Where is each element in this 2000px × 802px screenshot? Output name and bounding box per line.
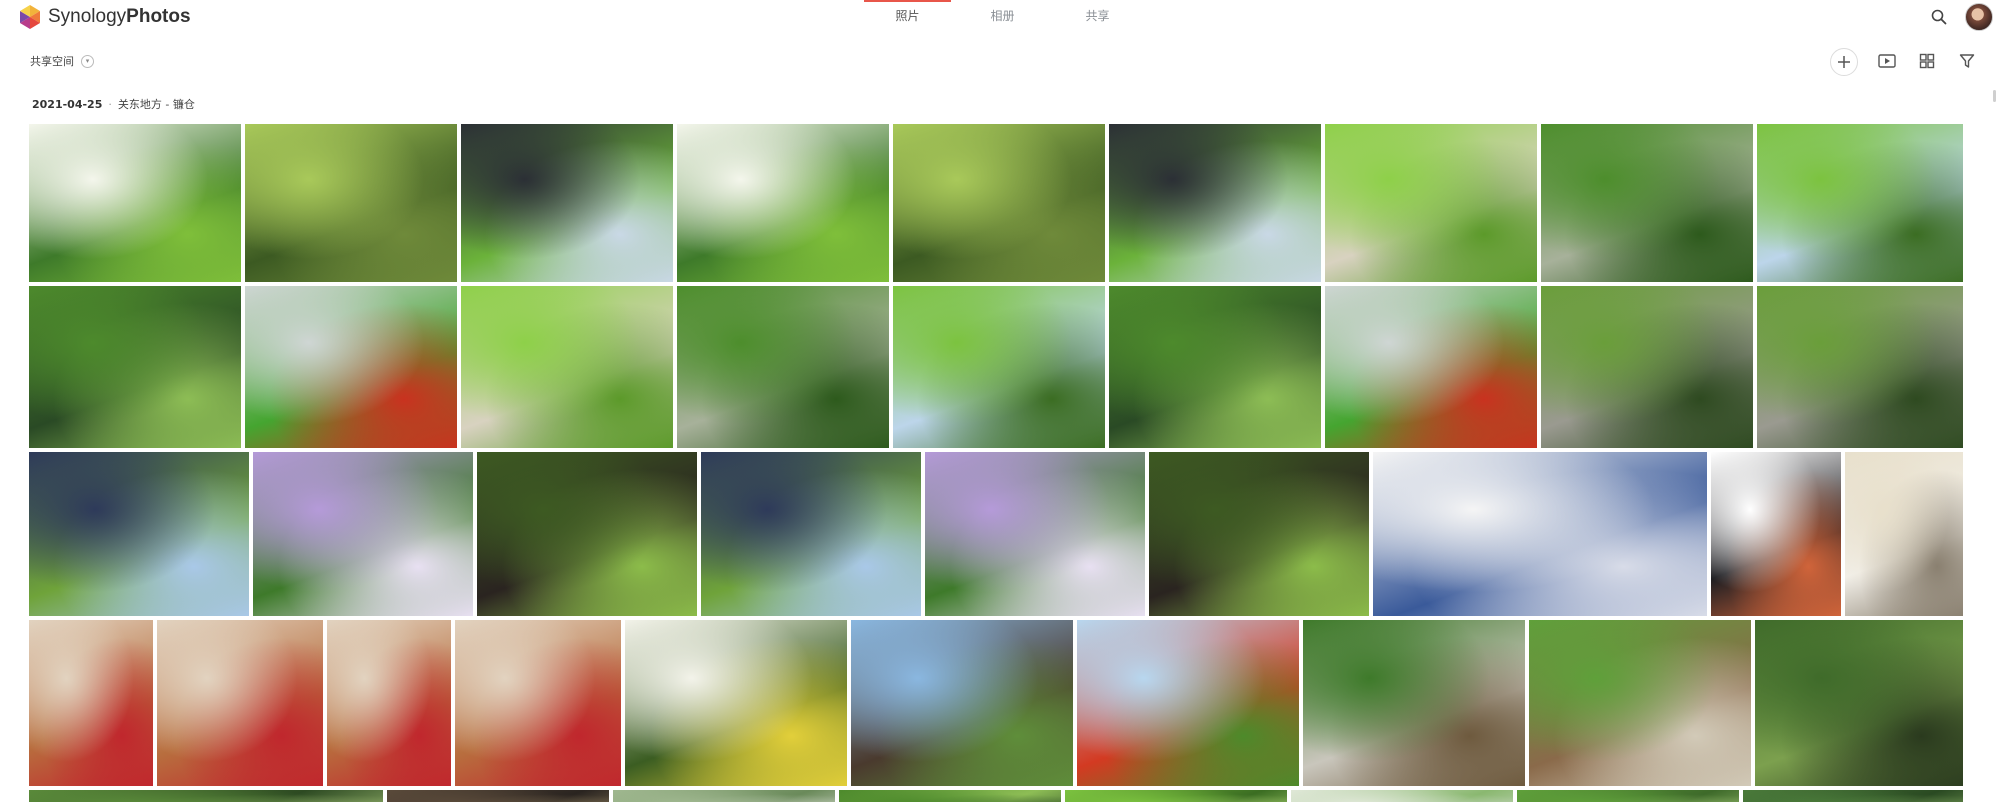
- photo-thumbnail[interactable]: [327, 620, 451, 786]
- photo-thumbnail[interactable]: [1373, 452, 1707, 616]
- photo-thumbnail[interactable]: [1755, 620, 1963, 786]
- photo-thumbnail[interactable]: [1845, 452, 1963, 616]
- photo-thumbnail[interactable]: [245, 124, 457, 282]
- photo-thumbnail[interactable]: [1325, 286, 1537, 448]
- photo-thumbnail[interactable]: [1291, 790, 1513, 802]
- photo-thumbnail[interactable]: [157, 620, 323, 786]
- photo-thumbnail[interactable]: [925, 452, 1145, 616]
- photo-thumbnail[interactable]: [893, 124, 1105, 282]
- tab-albums[interactable]: 相册: [955, 0, 1050, 34]
- photo-thumbnail[interactable]: [1303, 620, 1525, 786]
- photo-thumbnail[interactable]: [1077, 620, 1299, 786]
- photo-grid: [29, 124, 1963, 802]
- tab-sharing[interactable]: 共享: [1050, 0, 1145, 34]
- photo-thumbnail[interactable]: [1743, 790, 1963, 802]
- photo-thumbnail[interactable]: [1711, 452, 1841, 616]
- top-bar: SynologyPhotos 照片 相册 共享: [0, 0, 2000, 34]
- photo-thumbnail[interactable]: [1529, 620, 1751, 786]
- photo-thumbnail[interactable]: [1149, 452, 1369, 616]
- search-icon: [1931, 9, 1947, 25]
- photo-thumbnail[interactable]: [677, 124, 889, 282]
- photo-thumbnail[interactable]: [1517, 790, 1739, 802]
- photo-thumbnail[interactable]: [455, 620, 621, 786]
- search-button[interactable]: [1928, 6, 1950, 28]
- photo-thumbnail[interactable]: [477, 452, 697, 616]
- photo-thumbnail[interactable]: [461, 124, 673, 282]
- slideshow-button[interactable]: [1872, 46, 1902, 76]
- photo-thumbnail[interactable]: [1541, 286, 1753, 448]
- photo-thumbnail[interactable]: [387, 790, 609, 802]
- date-header: 2021-04-25 · 关东地方 - 镰仓: [32, 98, 195, 111]
- photo-thumbnail[interactable]: [461, 286, 673, 448]
- user-avatar[interactable]: [1965, 3, 1993, 31]
- photo-thumbnail[interactable]: [677, 286, 889, 448]
- filter-icon: [1959, 54, 1975, 68]
- photo-thumbnail[interactable]: [253, 452, 473, 616]
- photo-thumbnail[interactable]: [701, 452, 921, 616]
- date-label: 2021-04-25: [32, 98, 103, 111]
- app-logo[interactable]: SynologyPhotos: [16, 3, 191, 31]
- sub-toolbar: 共享空间 ▾: [0, 36, 2000, 86]
- location-label: 关东地方 - 镰仓: [117, 98, 195, 111]
- photo-thumbnail[interactable]: [839, 790, 1061, 802]
- photo-thumbnail[interactable]: [1757, 124, 1963, 282]
- scrollbar-thumb[interactable]: [1993, 90, 1996, 102]
- photo-thumbnail[interactable]: [29, 620, 153, 786]
- photo-thumbnail[interactable]: [625, 620, 847, 786]
- main-nav: 照片 相册 共享: [860, 0, 1145, 34]
- photo-thumbnail[interactable]: [851, 620, 1073, 786]
- photo-thumbnail[interactable]: [29, 790, 383, 802]
- photo-thumbnail[interactable]: [613, 790, 835, 802]
- slideshow-icon: [1878, 54, 1896, 68]
- grid-view-button[interactable]: [1912, 46, 1942, 76]
- synology-photos-logo-icon: [20, 5, 40, 29]
- filter-button[interactable]: [1952, 46, 1982, 76]
- photo-thumbnail[interactable]: [29, 286, 241, 448]
- app-title: SynologyPhotos: [48, 6, 191, 27]
- photo-thumbnail[interactable]: [1541, 124, 1753, 282]
- grid-view-icon: [1919, 53, 1935, 69]
- tab-photos[interactable]: 照片: [860, 0, 955, 34]
- space-selector[interactable]: 共享空间 ▾: [30, 53, 94, 69]
- chevron-down-icon: ▾: [81, 54, 94, 68]
- add-button[interactable]: [1830, 48, 1858, 76]
- photo-thumbnail[interactable]: [1065, 790, 1287, 802]
- photo-thumbnail[interactable]: [1757, 286, 1963, 448]
- photo-thumbnail[interactable]: [29, 124, 241, 282]
- add-icon: [1838, 56, 1850, 68]
- photo-thumbnail[interactable]: [893, 286, 1105, 448]
- photo-thumbnail[interactable]: [1109, 124, 1321, 282]
- photo-thumbnail[interactable]: [1325, 124, 1537, 282]
- space-label: 共享空间: [30, 55, 74, 68]
- photo-thumbnail[interactable]: [29, 452, 249, 616]
- photo-thumbnail[interactable]: [245, 286, 457, 448]
- photo-thumbnail[interactable]: [1109, 286, 1321, 448]
